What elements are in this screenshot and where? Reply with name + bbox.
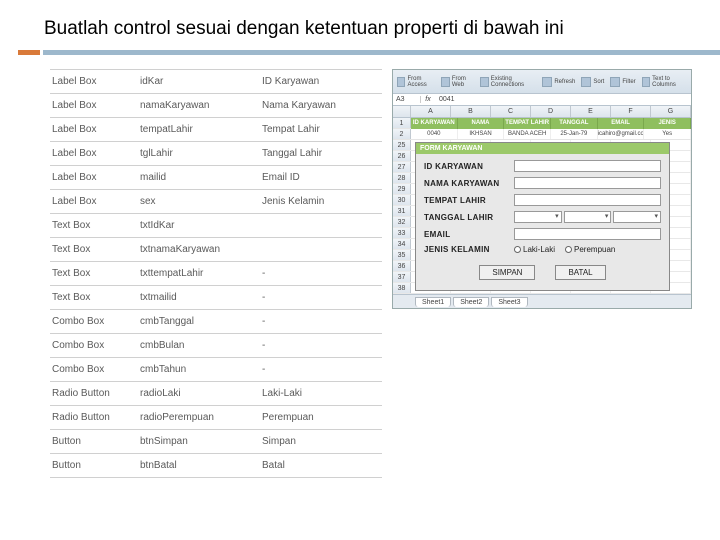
input-tempat[interactable] xyxy=(514,194,661,206)
table-row: Label BoxmailidEmail ID xyxy=(50,166,382,190)
grid-area: 2526272829303132333435363738 FORM KARYAW… xyxy=(393,140,691,294)
table-row: Combo BoxcmbTanggal- xyxy=(50,310,382,334)
column-header[interactable]: B xyxy=(451,106,491,117)
sheet-tab[interactable]: Sheet1 xyxy=(415,297,451,307)
table-row: Label BoxtglLahirTanggal Lahir xyxy=(50,142,382,166)
table-row: ButtonbtnBatalBatal xyxy=(50,454,382,478)
table-row: Combo BoxcmbTahun- xyxy=(50,358,382,382)
column-header[interactable]: G xyxy=(651,106,691,117)
column-header[interactable]: E xyxy=(571,106,611,117)
column-header[interactable]: A xyxy=(411,106,451,117)
input-nama[interactable] xyxy=(514,177,661,189)
table-row: Label BoxidKarID Karyawan xyxy=(50,70,382,94)
ribbon-item[interactable]: Text to Columns xyxy=(642,76,687,88)
radio-perempuan[interactable]: Perempuan xyxy=(565,245,615,254)
column-header[interactable]: D xyxy=(531,106,571,117)
fx-icon[interactable]: fx xyxy=(421,96,435,103)
formula-value[interactable]: 0041 xyxy=(435,96,455,103)
table-row: Text Boxtxtmailid- xyxy=(50,286,382,310)
column-headers: ABCDEFG xyxy=(393,106,691,118)
table-row: Label BoxnamaKaryawanNama Karyawan xyxy=(50,94,382,118)
label-email: EMAIL xyxy=(424,230,514,239)
radio-laki[interactable]: Laki-Laki xyxy=(514,245,555,254)
table-row: Radio ButtonradioPerempuanPerempuan xyxy=(50,406,382,430)
properties-table: Label BoxidKarID KaryawanLabel BoxnamaKa… xyxy=(50,69,382,478)
excel-window: From Access From Web Existing Connections R… xyxy=(392,69,692,309)
green-header-row: 1 ID KARYAWANNAMATEMPAT LAHIRTANGGAL LAH… xyxy=(393,118,691,129)
sheet-tabs: Sheet1Sheet2Sheet3 xyxy=(393,294,691,308)
batal-button[interactable]: BATAL xyxy=(555,265,605,280)
ribbon-item[interactable]: Sort xyxy=(581,77,604,87)
userform-title: FORM KARYAWAN xyxy=(416,143,669,154)
ribbon-item[interactable]: Refresh xyxy=(542,77,575,87)
table-row: Radio ButtonradioLakiLaki-Laki xyxy=(50,382,382,406)
ribbon: From Access From Web Existing Connections R… xyxy=(393,70,691,94)
table-row: Text BoxtxttempatLahir- xyxy=(50,262,382,286)
combo-tanggal[interactable] xyxy=(514,211,562,223)
label-tempat: TEMPAT LAHIR xyxy=(424,196,514,205)
label-tanggal: TANGGAL LAHIR xyxy=(424,213,514,222)
label-id: ID KARYAWAN xyxy=(424,162,514,171)
formula-bar: A3 fx 0041 xyxy=(393,94,691,106)
page-title: Buatlah control sesuai dengan ketentuan … xyxy=(0,0,720,46)
table-row: ButtonbtnSimpanSimpan xyxy=(50,430,382,454)
combo-tahun[interactable] xyxy=(613,211,661,223)
data-row: 2 0040IKHSANBANDA ACEH25-Jan-79icahiro@g… xyxy=(393,129,691,140)
input-id[interactable] xyxy=(514,160,661,172)
combo-bulan[interactable] xyxy=(564,211,612,223)
ribbon-item[interactable]: Existing Connections xyxy=(480,76,536,88)
input-email[interactable] xyxy=(514,228,661,240)
accent-bar xyxy=(18,50,720,55)
label-jenis: JENIS KELAMIN xyxy=(424,245,514,254)
userform: FORM KARYAWAN ID KARYAWAN NAMA KARYAWAN … xyxy=(415,142,670,291)
label-nama: NAMA KARYAWAN xyxy=(424,179,514,188)
ribbon-item[interactable]: Filter xyxy=(610,77,635,87)
table-row: Label BoxsexJenis Kelamin xyxy=(50,190,382,214)
simpan-button[interactable]: SIMPAN xyxy=(479,265,535,280)
ribbon-item[interactable]: From Access xyxy=(397,76,435,88)
sheet-tab[interactable]: Sheet3 xyxy=(491,297,527,307)
column-header[interactable]: F xyxy=(611,106,651,117)
table-row: Text BoxtxtIdKar xyxy=(50,214,382,238)
table-row: Label BoxtempatLahirTempat Lahir xyxy=(50,118,382,142)
ribbon-item[interactable]: From Web xyxy=(441,76,474,88)
table-row: Text BoxtxtnamaKaryawan xyxy=(50,238,382,262)
column-header[interactable]: C xyxy=(491,106,531,117)
name-box[interactable]: A3 xyxy=(393,96,421,103)
table-row: Combo BoxcmbBulan- xyxy=(50,334,382,358)
sheet-tab[interactable]: Sheet2 xyxy=(453,297,489,307)
